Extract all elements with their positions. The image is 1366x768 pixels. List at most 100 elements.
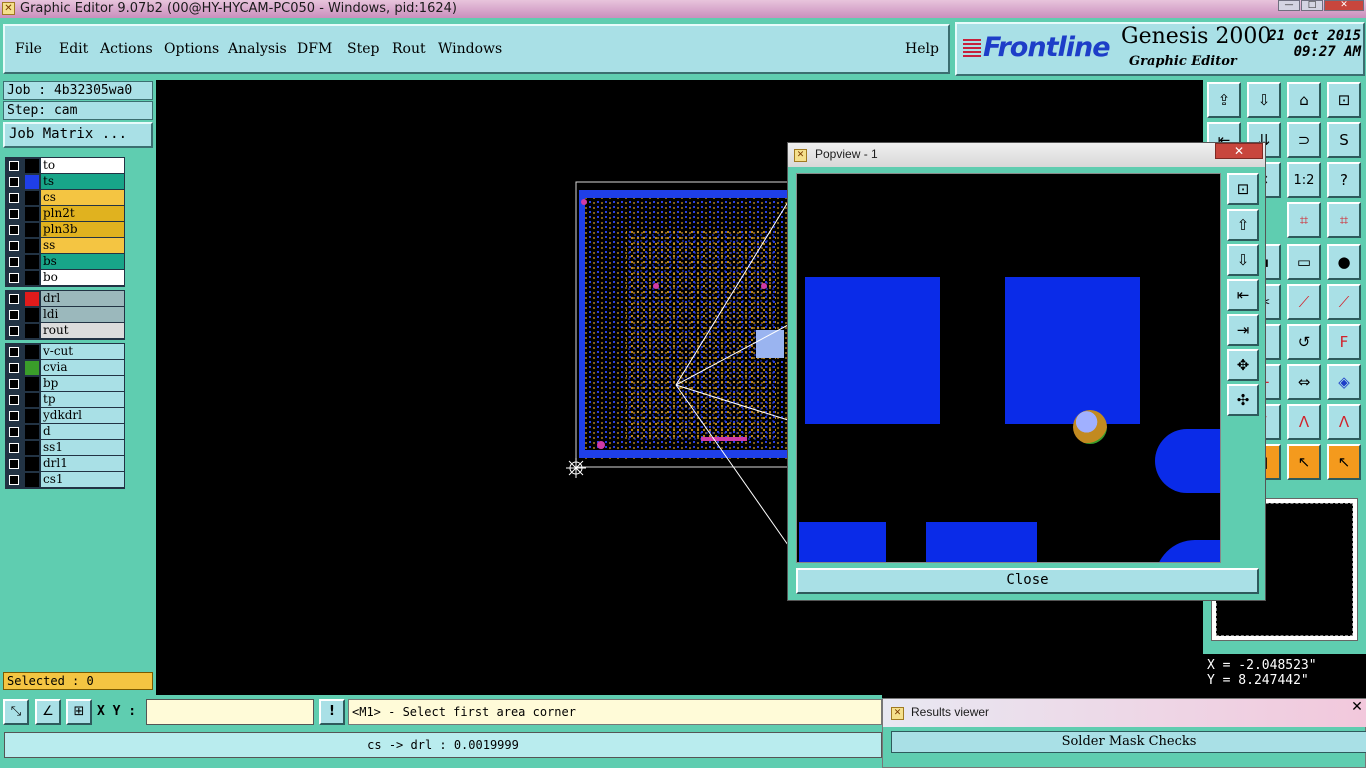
layer-color-swatch[interactable] (25, 292, 39, 306)
layer-row-cvia[interactable]: cvia (6, 360, 124, 376)
layer-color-swatch[interactable] (25, 255, 39, 269)
layer-checkbox[interactable] (9, 294, 19, 304)
layer-row-drl1[interactable]: drl1 (6, 456, 124, 472)
network-alt-icon[interactable]: ⌗ (1327, 202, 1361, 238)
popview-close-button[interactable]: Close (796, 568, 1259, 594)
minimize-button[interactable]: — (1278, 0, 1300, 11)
layer-name[interactable]: tp (41, 392, 124, 407)
measure-tool-icon[interactable]: ⤡ (3, 699, 29, 725)
layer-color-swatch[interactable] (25, 324, 39, 338)
layer-checkbox[interactable] (9, 177, 19, 187)
layer-row-drl[interactable]: drl (6, 291, 124, 307)
mirror-icon[interactable]: ⊃ (1287, 122, 1321, 158)
layer-row-bp[interactable]: bp (6, 376, 124, 392)
zoom-home-icon[interactable]: ⇪ (1207, 82, 1241, 118)
xy-input[interactable] (146, 699, 314, 725)
popview-close-icon[interactable]: ✕ (1215, 143, 1263, 159)
layer-color-swatch[interactable] (25, 425, 39, 439)
maximize-button[interactable]: □ (1301, 0, 1323, 11)
layer-checkbox[interactable] (9, 225, 19, 235)
layer-color-swatch[interactable] (25, 345, 39, 359)
layer-name[interactable]: ldi (41, 307, 124, 322)
menu-rout[interactable]: Rout (392, 41, 426, 57)
layer-color-swatch[interactable] (25, 441, 39, 455)
layer-checkbox[interactable] (9, 427, 19, 437)
popview-pan-left-icon[interactable]: ⇤ (1227, 279, 1259, 311)
layer-name[interactable]: pln3b (41, 222, 124, 237)
angle-icon[interactable]: Λ (1287, 404, 1321, 440)
alert-icon[interactable]: ! (319, 699, 345, 725)
select-pointer-icon[interactable]: ↖ (1287, 444, 1321, 480)
layer-checkbox[interactable] (9, 363, 19, 373)
layer-checkbox[interactable] (9, 395, 19, 405)
ruler-icon[interactable]: ▭ (1287, 244, 1321, 280)
layer-color-swatch[interactable] (25, 239, 39, 253)
layer-name[interactable]: ss1 (41, 440, 124, 455)
arc-icon[interactable]: ↺ (1287, 324, 1321, 360)
network-icon[interactable]: ⌗ (1287, 202, 1321, 238)
layer-row-bo[interactable]: bo (6, 270, 124, 286)
popview-zoom-icon[interactable]: ⊡ (1227, 173, 1259, 205)
layer-color-swatch[interactable] (25, 308, 39, 322)
layer-name[interactable]: cs (41, 190, 124, 205)
shapes-icon[interactable]: ◈ (1327, 364, 1361, 400)
layer-row-ss[interactable]: ss (6, 238, 124, 254)
snap-icon[interactable]: S (1327, 122, 1361, 158)
layer-row-pln2t[interactable]: pln2t (6, 206, 124, 222)
layer-name[interactable]: v-cut (41, 344, 124, 359)
pad-icon[interactable]: ● (1327, 244, 1361, 280)
layer-color-swatch[interactable] (25, 457, 39, 471)
menu-file[interactable]: File (15, 41, 42, 57)
popview-canvas[interactable] (796, 173, 1221, 563)
angle-tool-icon[interactable]: ∠ (35, 699, 61, 725)
layer-row-ts[interactable]: ts (6, 174, 124, 190)
layer-row-tp[interactable]: tp (6, 392, 124, 408)
layer-checkbox[interactable] (9, 411, 19, 421)
layer-name[interactable]: d (41, 424, 124, 439)
scale-one-two-icon[interactable]: 1:2 (1287, 162, 1321, 198)
help-icon[interactable]: ? (1327, 162, 1361, 198)
layer-name[interactable]: rout (41, 323, 124, 338)
layer-checkbox[interactable] (9, 161, 19, 171)
popview-zoom-out-icon[interactable]: ⇩ (1227, 244, 1259, 276)
grid-tool-icon[interactable]: ⊞ (66, 699, 92, 725)
layer-name[interactable]: drl1 (41, 456, 124, 471)
layer-color-swatch[interactable] (25, 377, 39, 391)
layer-name[interactable]: bo (41, 270, 124, 285)
layer-checkbox[interactable] (9, 475, 19, 485)
fit-view-icon[interactable]: ⊡ (1327, 82, 1361, 118)
layer-color-swatch[interactable] (25, 361, 39, 375)
home-view-icon[interactable]: ⌂ (1287, 82, 1321, 118)
layer-color-swatch[interactable] (25, 223, 39, 237)
layer-row-d[interactable]: d (6, 424, 124, 440)
popview-move-icon[interactable]: ✣ (1227, 384, 1259, 416)
layer-row-to[interactable]: to (6, 158, 124, 174)
layer-color-swatch[interactable] (25, 159, 39, 173)
layer-color-swatch[interactable] (25, 393, 39, 407)
layer-checkbox[interactable] (9, 310, 19, 320)
job-matrix-button[interactable]: Job Matrix ... (3, 122, 153, 148)
layer-color-swatch[interactable] (25, 207, 39, 221)
layer-color-swatch[interactable] (25, 175, 39, 189)
layer-checkbox[interactable] (9, 326, 19, 336)
popview-zoom-in-icon[interactable]: ⇧ (1227, 209, 1259, 241)
layer-row-ss1[interactable]: ss1 (6, 440, 124, 456)
popview-fit-icon[interactable]: ✥ (1227, 349, 1259, 381)
layer-row-ydkdrl[interactable]: ydkdrl (6, 408, 124, 424)
select-path-icon[interactable]: ↖ (1327, 444, 1361, 480)
layer-checkbox[interactable] (9, 459, 19, 469)
results-close-icon[interactable]: ✕ (1347, 699, 1366, 717)
fillet-icon[interactable]: F (1327, 324, 1361, 360)
menu-help[interactable]: Help (905, 41, 939, 57)
zoom-in-icon[interactable]: ⇩ (1247, 82, 1281, 118)
layer-color-swatch[interactable] (25, 191, 39, 205)
menu-edit[interactable]: Edit (59, 41, 88, 57)
layer-checkbox[interactable] (9, 379, 19, 389)
layer-checkbox[interactable] (9, 257, 19, 267)
layer-name[interactable]: ss (41, 238, 124, 253)
layer-name[interactable]: ts (41, 174, 124, 189)
layer-row-rout[interactable]: rout (6, 323, 124, 339)
line-add-icon[interactable]: ⟋ (1287, 284, 1321, 320)
layer-name[interactable]: ydkdrl (41, 408, 124, 423)
layer-color-swatch[interactable] (25, 271, 39, 285)
